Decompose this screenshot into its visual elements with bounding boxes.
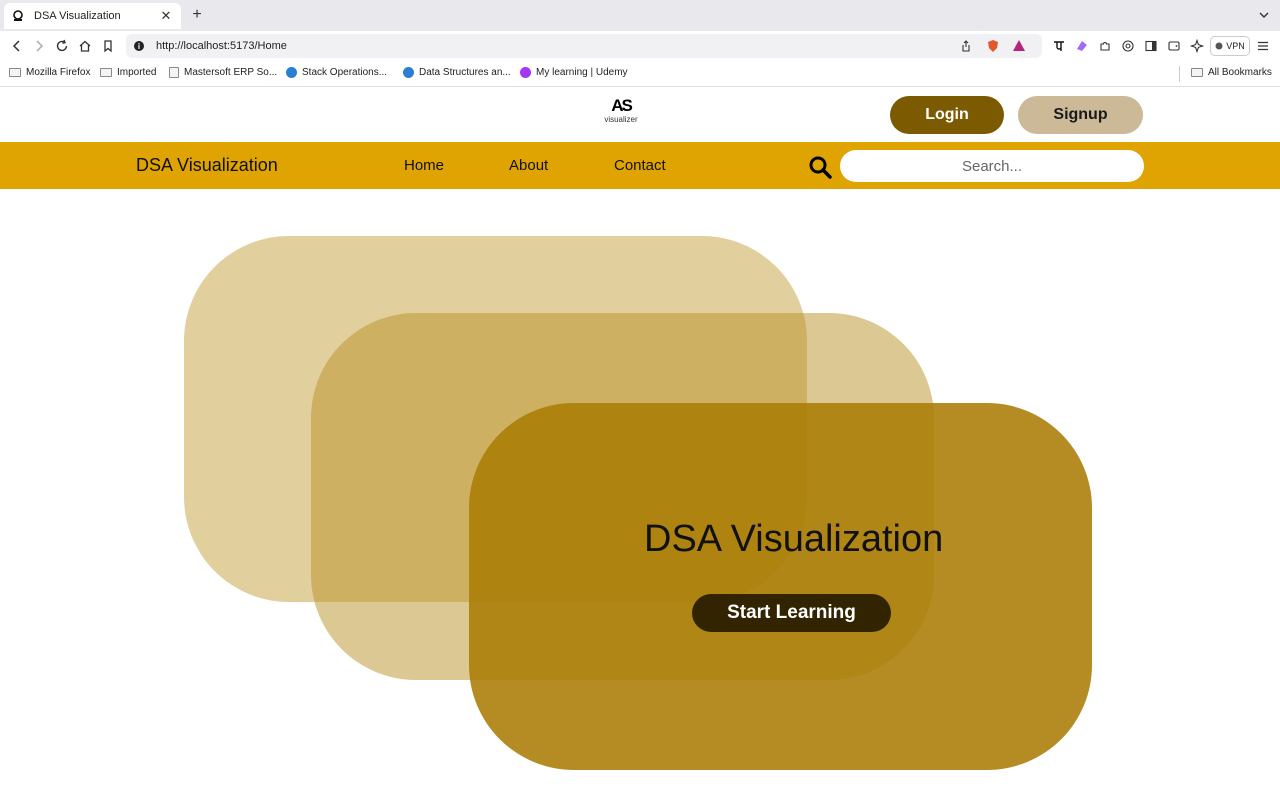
bookmark-label: Mozilla Firefox xyxy=(26,67,91,78)
brave-rewards-icon[interactable] xyxy=(1011,38,1027,54)
brand-title[interactable]: DSA Visualization xyxy=(136,155,278,176)
home-icon[interactable] xyxy=(76,37,94,55)
main-navbar: DSA Visualization Home About Contact xyxy=(0,142,1280,189)
tab-close-icon[interactable]: ✕ xyxy=(159,8,173,24)
bookmark-label: Imported xyxy=(117,67,157,78)
site-logo[interactable]: AS visualizer xyxy=(601,96,641,128)
extension-circle-icon[interactable] xyxy=(1120,38,1136,54)
hero-title: DSA Visualization xyxy=(644,518,944,560)
brave-shield-icon[interactable] xyxy=(985,38,1001,54)
address-bar[interactable]: i http://localhost:5173/Home xyxy=(126,34,1042,58)
bookmark-item[interactable]: Mozilla Firefox xyxy=(9,67,90,78)
wallet-icon[interactable] xyxy=(1166,38,1182,54)
tab-list-chevron-icon[interactable] xyxy=(1258,8,1270,20)
document-icon xyxy=(169,67,179,78)
extension-gradient-icon[interactable] xyxy=(1074,38,1090,54)
start-learning-button[interactable]: Start Learning xyxy=(692,594,891,632)
bookmark-label: All Bookmarks xyxy=(1208,67,1272,78)
extension-letter-icon[interactable] xyxy=(1051,38,1067,54)
site-favicon-icon xyxy=(12,10,24,22)
nav-link-about[interactable]: About xyxy=(509,157,548,174)
vpn-globe-icon xyxy=(1215,42,1223,50)
site-info-icon[interactable]: i xyxy=(134,41,144,51)
signup-button[interactable]: Signup xyxy=(1018,96,1143,134)
browser-tab[interactable]: DSA Visualization ✕ xyxy=(4,3,181,29)
site-icon xyxy=(403,67,414,78)
bookmark-item[interactable]: Data Structures an... xyxy=(403,67,511,78)
forward-icon[interactable] xyxy=(30,37,48,55)
vpn-button[interactable]: VPN xyxy=(1210,36,1250,56)
nav-link-home[interactable]: Home xyxy=(404,157,444,174)
bookmark-item[interactable]: Stack Operations... xyxy=(286,67,387,78)
share-icon[interactable] xyxy=(958,38,974,54)
menu-hamburger-icon[interactable] xyxy=(1255,38,1271,54)
tab-title: DSA Visualization xyxy=(34,10,121,22)
leo-ai-icon[interactable] xyxy=(1189,38,1205,54)
new-tab-icon[interactable]: + xyxy=(189,6,205,24)
reload-icon[interactable] xyxy=(53,37,71,55)
browser-tab-strip: DSA Visualization ✕ + xyxy=(0,0,1280,31)
nav-link-contact[interactable]: Contact xyxy=(614,157,666,174)
search-icon[interactable] xyxy=(808,155,832,179)
logo-mark: AS xyxy=(611,96,633,115)
bookmark-icon[interactable] xyxy=(99,37,117,55)
vpn-label: VPN xyxy=(1226,41,1245,51)
decorative-shape-front xyxy=(469,403,1092,770)
login-button[interactable]: Login xyxy=(890,96,1004,134)
udemy-icon xyxy=(520,67,531,78)
bookmark-label: Data Structures an... xyxy=(419,67,511,78)
site-icon xyxy=(286,67,297,78)
folder-icon xyxy=(9,68,21,77)
folder-icon xyxy=(1191,68,1203,77)
bookmarks-divider xyxy=(1179,66,1180,82)
folder-icon xyxy=(100,68,112,77)
site-header: AS visualizer Login Signup xyxy=(0,87,1280,142)
search-input[interactable] xyxy=(840,150,1144,182)
bookmark-item[interactable]: My learning | Udemy xyxy=(520,67,628,78)
browser-toolbar: i http://localhost:5173/Home VPN xyxy=(0,31,1280,61)
bookmarks-bar: Mozilla Firefox Imported Mastersoft ERP … xyxy=(0,61,1280,87)
bookmark-label: My learning | Udemy xyxy=(536,67,628,78)
bookmark-item[interactable]: Imported xyxy=(100,67,156,78)
all-bookmarks-item[interactable]: All Bookmarks xyxy=(1191,67,1272,78)
hero-section: DSA Visualization Start Learning xyxy=(0,189,1280,800)
bookmark-item[interactable]: Mastersoft ERP So... xyxy=(169,67,277,78)
extensions-puzzle-icon[interactable] xyxy=(1097,38,1113,54)
bookmark-label: Stack Operations... xyxy=(302,67,388,78)
url-text[interactable]: http://localhost:5173/Home xyxy=(156,40,287,52)
logo-subtitle: visualizer xyxy=(604,115,638,124)
back-icon[interactable] xyxy=(8,37,26,55)
bookmark-label: Mastersoft ERP So... xyxy=(184,67,278,78)
sidebar-icon[interactable] xyxy=(1143,38,1159,54)
